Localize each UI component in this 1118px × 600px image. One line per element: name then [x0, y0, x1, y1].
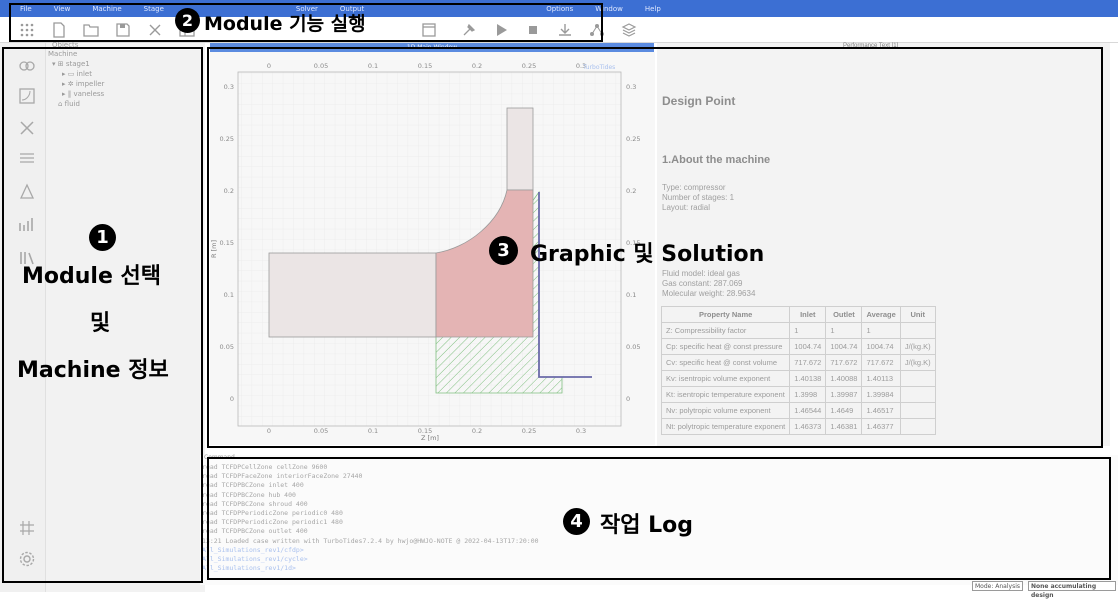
- annotation-text-4: 작업 Log: [600, 513, 694, 538]
- menu-help[interactable]: Help: [645, 5, 661, 13]
- mode-status: Mode: Analysis: [972, 581, 1023, 591]
- annotation-text-2: Module 기능 실행: [204, 13, 366, 35]
- annotation-number-3: 3: [489, 236, 518, 265]
- annotation-text-1-line1: Module 선택: [22, 264, 162, 289]
- annotation-number-2: 2: [175, 8, 200, 33]
- annotation-number-1: 1: [89, 224, 116, 251]
- annotation-text-3: Graphic 및 Solution: [530, 242, 765, 267]
- accumulate-status: None accumulating design: [1028, 581, 1116, 599]
- annotation-text-1-line2: 및: [90, 311, 111, 336]
- annotation-number-4: 4: [563, 508, 590, 535]
- annotation-text-1-line3: Machine 정보: [17, 358, 169, 383]
- layers-icon[interactable]: [620, 21, 638, 39]
